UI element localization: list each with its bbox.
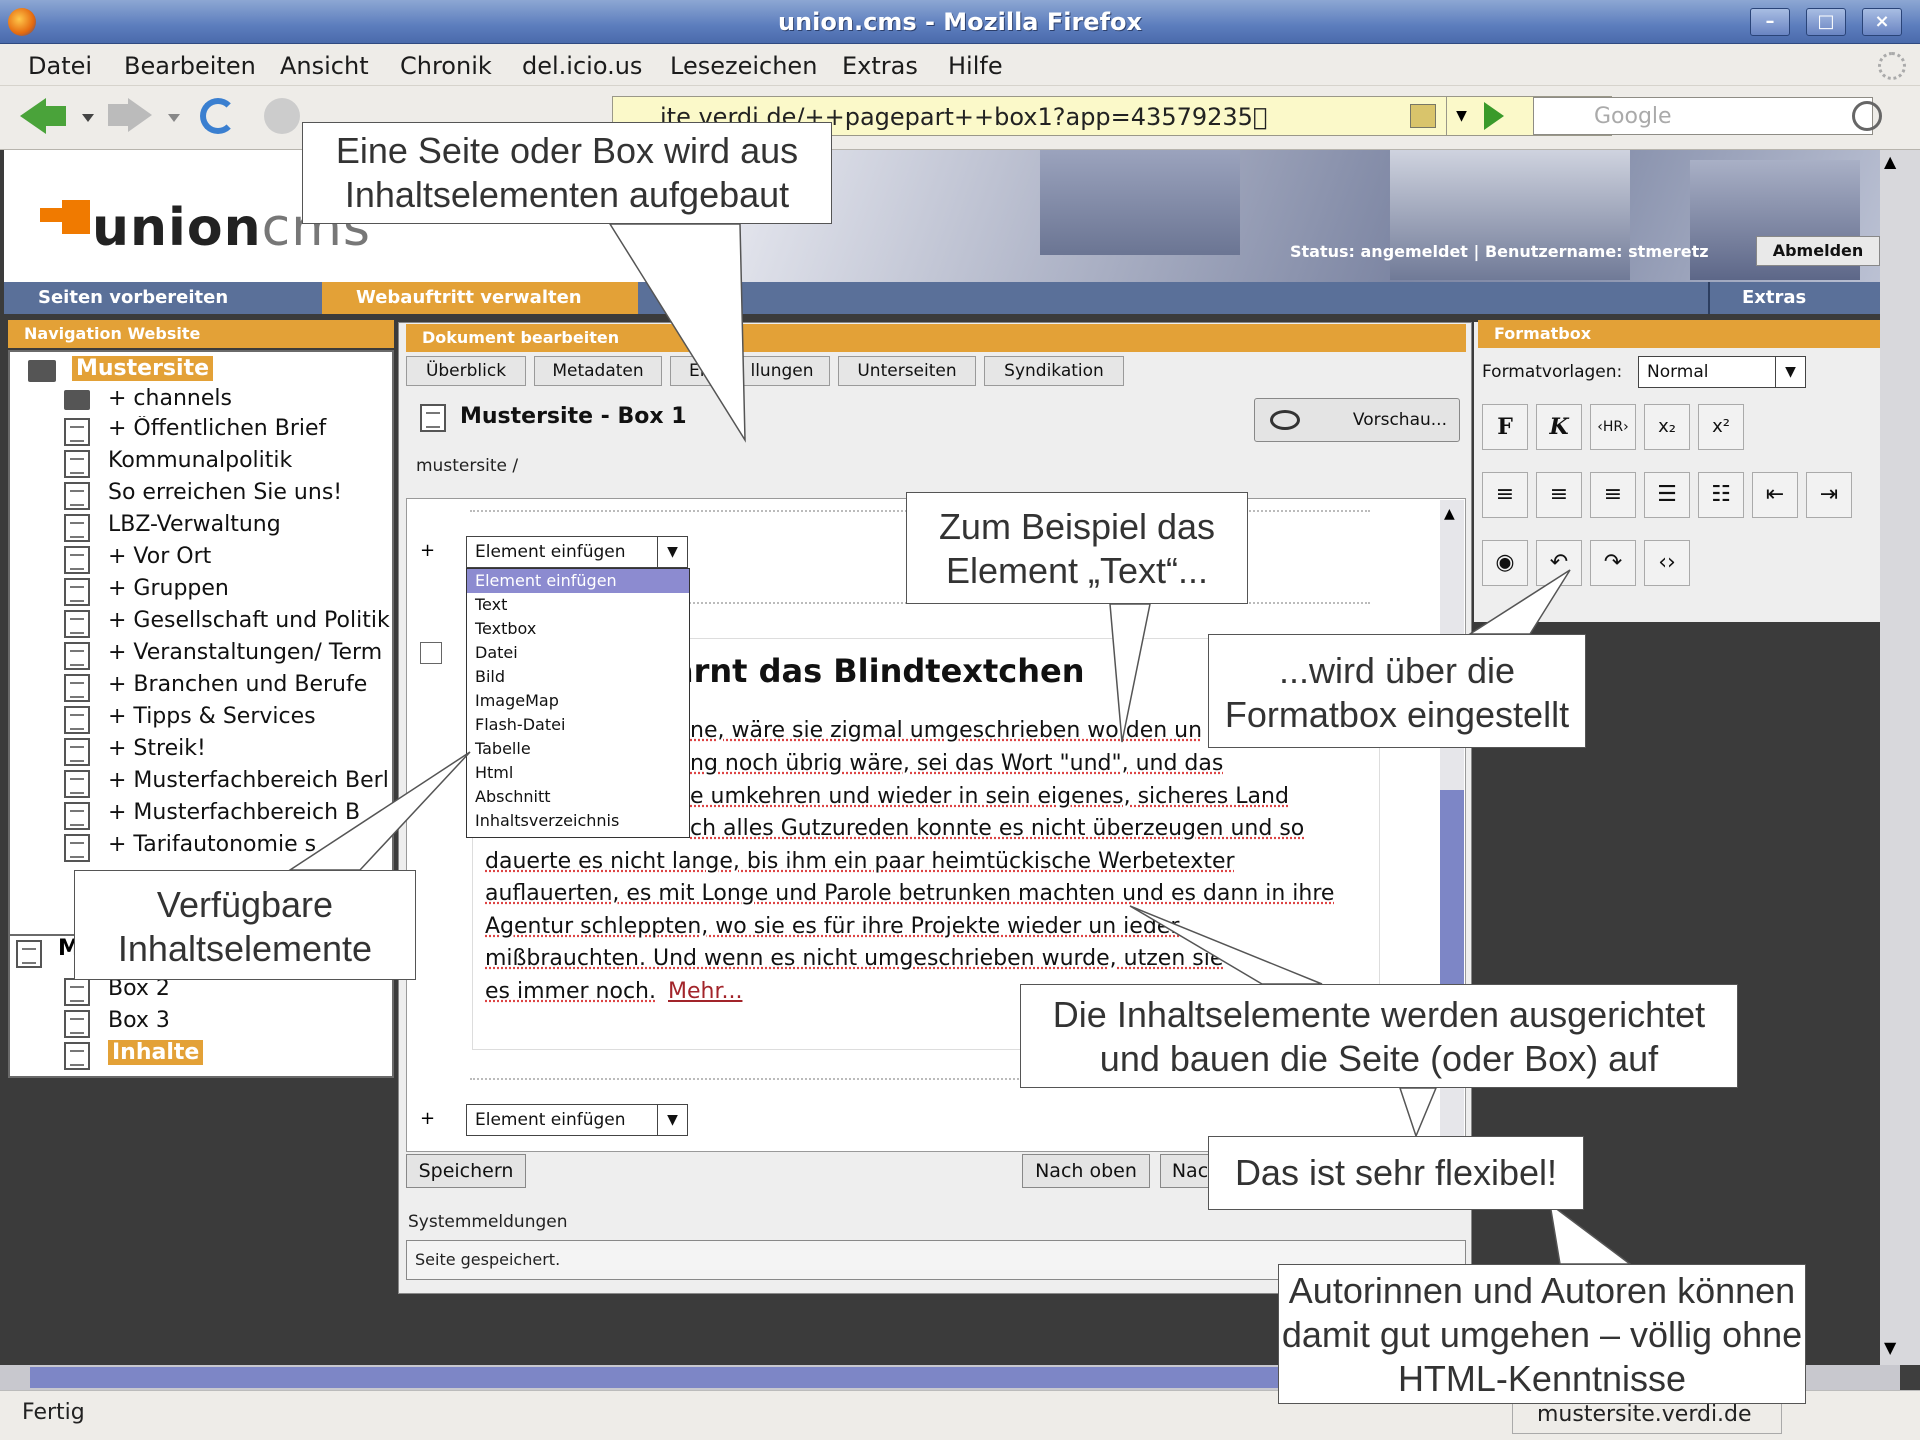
callout-tail (1548, 1202, 1633, 1265)
callout-beispiel-text: Zum Beispiel das Element „Text“... (906, 492, 1248, 604)
callout-tail (608, 223, 746, 443)
callout-ausgerichtet: Die Inhaltselemente werden ausgerichtet … (1020, 984, 1738, 1088)
callout-tail (1467, 569, 1571, 635)
callout-flexibel: Das ist sehr flexibel! (1208, 1136, 1584, 1210)
callout-verfuegbare: Verfügbare Inhaltselemente (74, 870, 416, 980)
callout-autoren: Autorinnen und Autoren können damit gut … (1278, 1264, 1806, 1404)
callout-tail (1398, 1087, 1438, 1139)
callout-tails (287, 223, 1633, 1265)
callout-inhaltselemente: Eine Seite oder Box wird aus Inhaltselem… (302, 122, 832, 224)
callout-tail (1129, 905, 1323, 985)
callout-tail (1109, 603, 1151, 743)
callout-formatbox: ...wird über die Formatbox eingestellt (1208, 634, 1586, 748)
callout-tail (287, 751, 471, 871)
